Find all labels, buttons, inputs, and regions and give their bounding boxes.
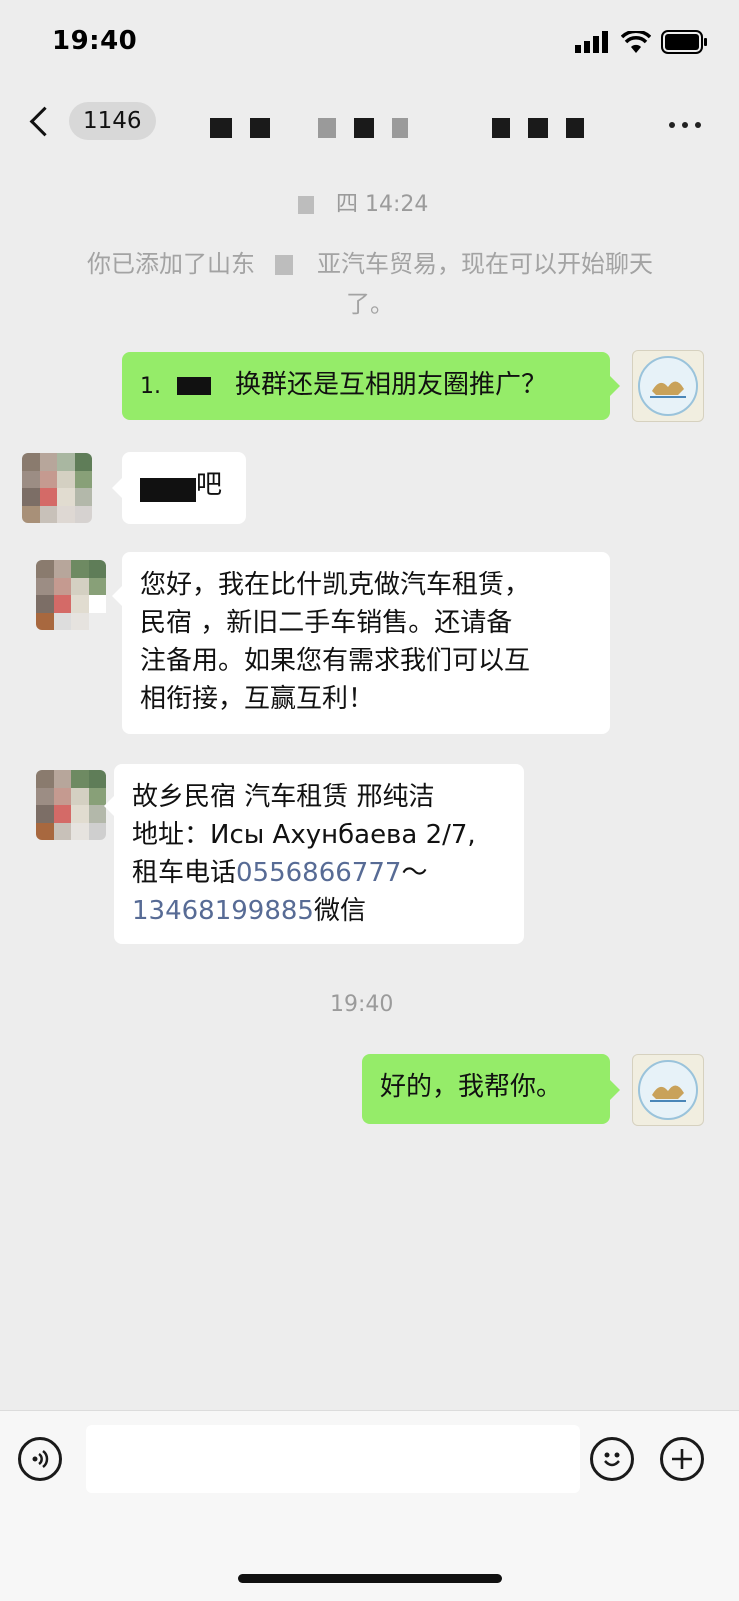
message-bubble[interactable]: 吧	[122, 452, 246, 524]
status-icons	[575, 30, 709, 54]
more-icon[interactable]	[669, 122, 701, 128]
wifi-icon	[621, 31, 651, 53]
logo-icon	[638, 1060, 698, 1120]
home-indicator	[238, 1574, 502, 1583]
message-bubble[interactable]: 故乡民宿 汽车租赁 邢纯洁 地址：Исы Ахунбаева 2/7, 租车电话…	[114, 764, 524, 944]
status-time: 19:40	[52, 26, 138, 56]
self-avatar[interactable]	[632, 1054, 704, 1126]
contact-avatar[interactable]	[22, 453, 92, 523]
unread-count-badge: 1146	[69, 102, 156, 140]
battery-icon	[661, 30, 707, 54]
chat-title	[210, 110, 584, 146]
message-bubble[interactable]: 1. 换群还是互相朋友圈推广？	[122, 352, 610, 420]
self-avatar[interactable]	[632, 350, 704, 422]
back-button[interactable]: 1146	[26, 102, 156, 140]
system-notice: 你已添加了山东 亚汽车贸易，现在可以开始聊天 了。	[87, 250, 653, 318]
timestamp: 四 14:24	[298, 186, 428, 218]
voice-icon[interactable]	[18, 1437, 62, 1481]
contact-avatar[interactable]	[36, 560, 106, 630]
message-input[interactable]	[86, 1425, 580, 1493]
timestamp: 19:40	[330, 992, 394, 1017]
message-bubble[interactable]: 好的，我帮你。	[362, 1054, 610, 1124]
logo-icon	[638, 356, 698, 416]
back-icon	[29, 106, 60, 136]
phone-link[interactable]: 0556866777	[236, 858, 401, 888]
signal-icon	[575, 31, 608, 53]
phone-link[interactable]: 13468199885	[132, 896, 314, 926]
contact-avatar[interactable]	[36, 770, 106, 840]
message-bubble[interactable]: 您好，我在比什凯克做汽车租赁， 民宿 ，新旧二手车销售。还请备 注备用。如果您有…	[122, 552, 610, 734]
plus-icon[interactable]	[660, 1437, 704, 1481]
emoji-icon[interactable]	[590, 1437, 634, 1481]
